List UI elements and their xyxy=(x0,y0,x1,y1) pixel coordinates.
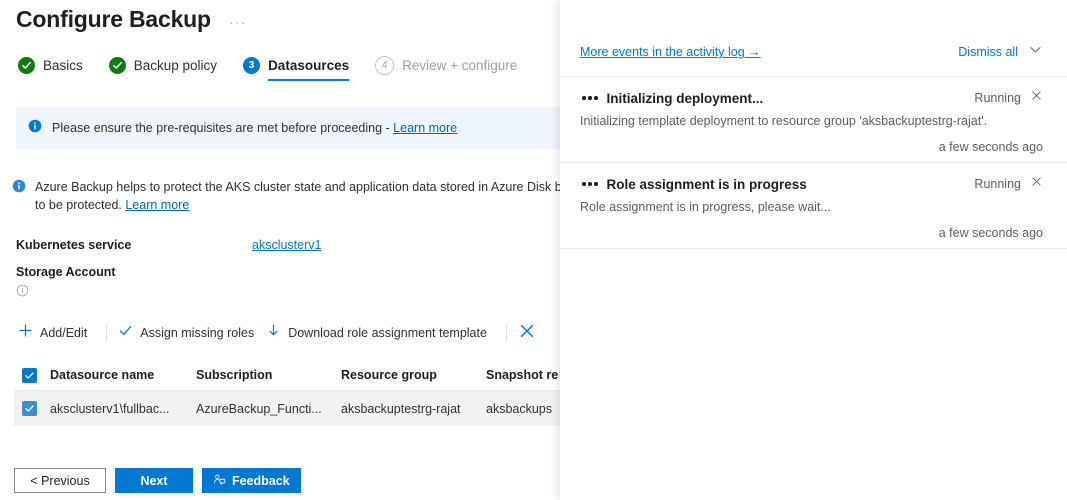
download-role-assignment-template-label: Download role assignment template xyxy=(288,326,487,340)
status-badge: Running xyxy=(974,177,1021,191)
download-icon xyxy=(266,323,281,343)
notification-description: Role assignment is in progress, please w… xyxy=(580,200,831,214)
field-label: Kubernetes service xyxy=(16,238,132,252)
field-label: Storage Account xyxy=(16,265,116,279)
notifications-list: Initializing deployment... Running Initi… xyxy=(560,76,1067,249)
wizard-step-review-configure[interactable]: 4 Review + configure xyxy=(375,56,517,82)
close-icon[interactable] xyxy=(1030,175,1043,193)
notification-title-group: Initializing deployment... xyxy=(580,91,763,106)
notification-title-group: Role assignment is in progress xyxy=(580,177,807,192)
cell-resource-group: aksbackuptestrg-rajat xyxy=(341,401,461,416)
table-row[interactable]: aksclusterv1\fullbac... AzureBackup_Func… xyxy=(14,391,560,426)
add-edit-button[interactable]: Add/Edit xyxy=(16,318,97,348)
blade-footer: < Previous Next Feedback xyxy=(14,468,301,493)
datasources-table: Datasource name Subscription Resource gr… xyxy=(14,360,560,426)
column-header-resource-group[interactable]: Resource group xyxy=(341,368,486,382)
configure-backup-blade: Configure Backup ··· Basics Backup polic… xyxy=(0,0,560,500)
assign-missing-roles-button[interactable]: Assign missing roles xyxy=(116,318,264,348)
notification-status-group: Running xyxy=(974,175,1043,193)
notification-title: Initializing deployment... xyxy=(606,90,764,106)
wizard-step-basics[interactable]: Basics xyxy=(18,57,83,81)
step-number-badge: 4 xyxy=(375,56,395,75)
column-header-snapshot-resource-group[interactable]: Snapshot re xyxy=(486,368,560,382)
dismiss-all-button[interactable]: Dismiss all xyxy=(958,45,1018,59)
check-circle-icon xyxy=(18,57,35,74)
close-icon xyxy=(518,322,536,345)
wizard-step-label: Review + configure xyxy=(402,58,518,73)
wizard-step-label: Backup policy xyxy=(133,58,218,73)
more-events-activity-log-link[interactable]: More events in the activity log → xyxy=(580,45,761,59)
more-options-icon[interactable]: ··· xyxy=(229,15,247,34)
command-separator xyxy=(505,324,507,342)
note-text: Azure Backup helps to protect the AKS cl… xyxy=(35,180,560,212)
feedback-label: Feedback xyxy=(232,473,290,488)
info-icon xyxy=(28,119,42,138)
notification-header: Role assignment is in progress Running xyxy=(580,175,1043,193)
previous-button[interactable]: < Previous xyxy=(14,468,106,493)
close-icon[interactable] xyxy=(1030,89,1043,107)
feedback-button[interactable]: Feedback xyxy=(202,468,301,493)
note-learn-more-link[interactable]: Learn more xyxy=(125,198,189,212)
column-header-subscription[interactable]: Subscription xyxy=(196,368,341,382)
check-icon xyxy=(118,323,133,343)
chevron-down-icon[interactable] xyxy=(1028,42,1043,62)
cell-datasource-name: aksclusterv1\fullbac... xyxy=(50,401,170,416)
notification-item[interactable]: Role assignment is in progress Running R… xyxy=(560,162,1067,249)
banner-learn-more-link[interactable]: Learn more xyxy=(393,121,457,135)
wizard-step-backup-policy[interactable]: Backup policy xyxy=(108,57,218,81)
banner-text: Please ensure the pre-requisites are met… xyxy=(52,121,458,135)
step-number-badge: 3 xyxy=(243,57,261,74)
notification-header: Initializing deployment... Running xyxy=(580,89,1043,107)
storage-account-info-icon[interactable] xyxy=(16,284,560,302)
in-progress-dots-icon xyxy=(580,96,598,100)
notification-title: Role assignment is in progress xyxy=(606,176,807,192)
plus-icon xyxy=(18,323,33,343)
column-header-datasource-name[interactable]: Datasource name xyxy=(50,368,196,382)
step-number: 3 xyxy=(248,59,255,71)
feedback-icon xyxy=(213,473,226,489)
table-header-row: Datasource name Subscription Resource gr… xyxy=(14,360,560,391)
blade-header: Configure Backup ··· xyxy=(0,0,560,34)
datasource-command-bar: Add/Edit Assign missing roles Download r… xyxy=(16,318,560,348)
select-all-checkbox[interactable] xyxy=(14,367,50,383)
field-kubernetes-service: Kubernetes service aksclusterv1 xyxy=(16,238,560,252)
notification-timestamp: a few seconds ago xyxy=(938,226,1043,240)
notification-status-group: Running xyxy=(974,89,1043,107)
wizard-step-label: Datasources xyxy=(268,58,350,73)
status-badge: Running xyxy=(974,91,1021,105)
notifications-flyout: More events in the activity log → Dismis… xyxy=(560,0,1067,500)
prerequisites-banner: Please ensure the pre-requisites are met… xyxy=(16,107,560,149)
check-circle-icon xyxy=(108,57,126,74)
row-checkbox[interactable] xyxy=(14,401,50,416)
cell-subscription: AzureBackup_Functi... xyxy=(196,401,322,416)
dismiss-all-group: Dismiss all xyxy=(958,42,1043,62)
cell-snapshot-resource-group: aksbackups xyxy=(486,401,553,416)
page-title: Configure Backup xyxy=(16,6,211,32)
add-edit-label: Add/Edit xyxy=(40,326,88,340)
remove-datasource-button[interactable] xyxy=(516,318,553,348)
checkbox-checked-icon xyxy=(22,401,37,416)
field-storage-account: Storage Account xyxy=(16,265,560,279)
step-number: 4 xyxy=(381,59,388,71)
download-role-assignment-template-button[interactable]: Download role assignment template xyxy=(264,318,497,348)
notification-timestamp: a few seconds ago xyxy=(938,140,1043,154)
notification-description: Initializing template deployment to reso… xyxy=(580,114,988,128)
wizard-steps: Basics Backup policy 3 Datasources 4 Rev… xyxy=(0,34,560,82)
kubernetes-service-value-link[interactable]: aksclusterv1 xyxy=(252,238,321,252)
notifications-header: More events in the activity log → Dismis… xyxy=(560,0,1067,62)
command-separator xyxy=(106,324,108,342)
wizard-step-datasources[interactable]: 3 Datasources xyxy=(243,57,350,81)
assign-missing-roles-label: Assign missing roles xyxy=(140,326,255,340)
in-progress-dots-icon xyxy=(580,182,598,186)
aks-backup-note: Azure Backup helps to protect the AKS cl… xyxy=(12,178,560,214)
checkbox-checked-icon xyxy=(22,367,37,383)
notification-item[interactable]: Initializing deployment... Running Initi… xyxy=(560,76,1067,162)
wizard-step-label: Basics xyxy=(43,58,83,73)
info-icon xyxy=(12,179,26,198)
next-button[interactable]: Next xyxy=(115,468,193,493)
